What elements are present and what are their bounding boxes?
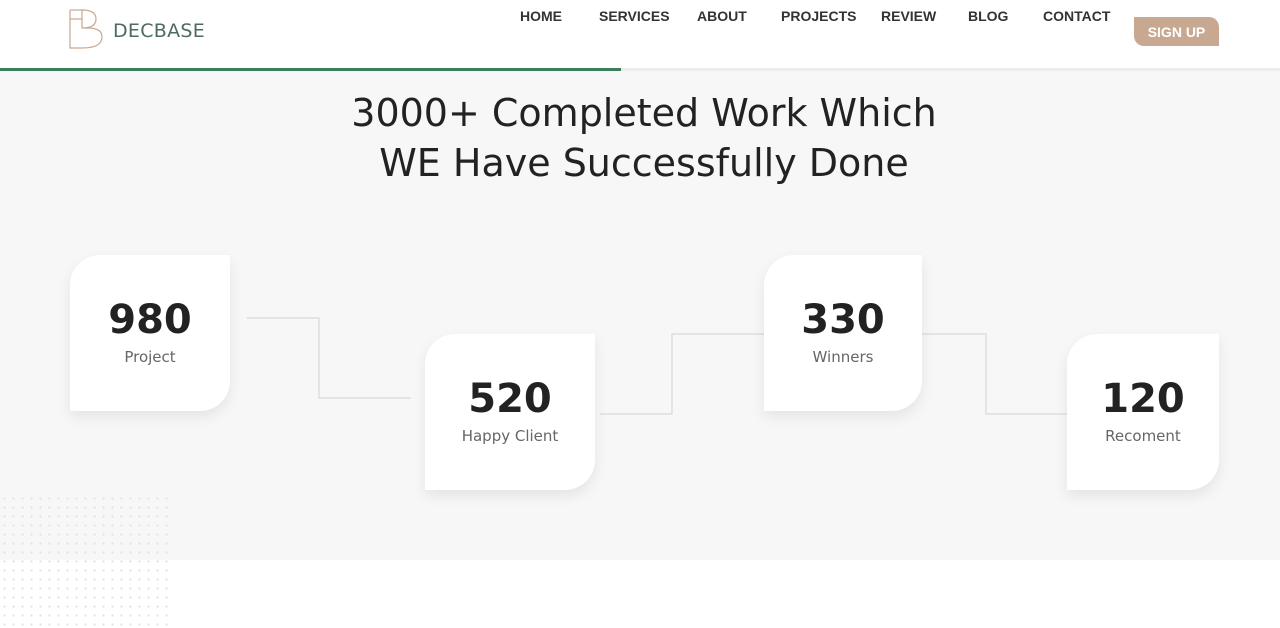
stat-card-winners: 330 Winners [764,255,922,411]
connector-2-3 [600,333,764,415]
stat-card-recoment: 120 Recoment [1067,334,1219,490]
stat-card-project: 980 Project [70,255,230,411]
stat-value: 980 [108,297,192,343]
stat-label: Winners [812,348,874,366]
stat-label: Recoment [1105,427,1181,445]
stat-value: 330 [801,297,885,343]
stat-value: 520 [468,376,552,422]
stat-value: 120 [1101,376,1185,422]
stat-label: Happy Client [461,427,559,445]
stat-card-happy-client: 520 Happy Client [425,334,595,490]
connector-1-2 [247,317,411,399]
connector-3-4 [922,333,1067,415]
stat-label: Project [124,348,176,366]
